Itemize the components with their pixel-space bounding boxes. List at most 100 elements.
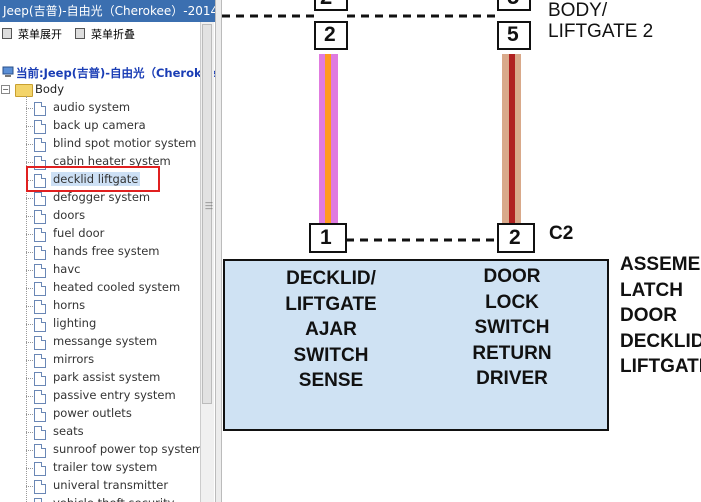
tree-item[interactable]: horns bbox=[26, 298, 206, 316]
tree-item[interactable]: trailer tow system bbox=[26, 460, 206, 478]
top-pin-left-number: 2 bbox=[324, 23, 336, 46]
top-label-line1: BODY/ bbox=[548, 0, 608, 21]
scrollbar-thumb[interactable]: — — — bbox=[202, 24, 213, 404]
box-left-line: SWITCH bbox=[293, 344, 369, 366]
tree-item-label[interactable]: hands free system bbox=[51, 244, 161, 258]
tree-item-label[interactable]: defogger system bbox=[51, 190, 152, 204]
document-icon bbox=[34, 498, 46, 502]
collapse-icon bbox=[75, 28, 85, 39]
tree-item[interactable]: messange system bbox=[26, 334, 206, 352]
tree-item-label[interactable]: park assist system bbox=[51, 370, 162, 384]
document-icon bbox=[34, 120, 46, 134]
tree-item-label[interactable]: audio system bbox=[51, 100, 132, 114]
tree-folder-label: Body bbox=[35, 82, 65, 96]
document-icon bbox=[34, 210, 46, 224]
tree-item-label[interactable]: univeral transmitter bbox=[51, 478, 170, 492]
side-label-line: LATCH bbox=[620, 279, 683, 301]
tree-item-label[interactable]: trailer tow system bbox=[51, 460, 159, 474]
tree-item[interactable]: sunroof power top system bbox=[26, 442, 206, 460]
tree-item[interactable]: seats bbox=[26, 424, 206, 442]
tree-item-label[interactable]: seats bbox=[51, 424, 86, 438]
document-icon bbox=[34, 354, 46, 368]
tree-item-label[interactable]: blind spot motior system bbox=[51, 136, 198, 150]
tree-item[interactable]: park assist system bbox=[26, 370, 206, 388]
tree-connector bbox=[26, 144, 33, 145]
tree-item[interactable]: blind spot motior system bbox=[26, 136, 206, 154]
tree-item[interactable]: back up camera bbox=[26, 118, 206, 136]
panel-splitter[interactable] bbox=[215, 0, 222, 502]
document-icon bbox=[34, 264, 46, 278]
tree-item-label[interactable]: power outlets bbox=[51, 406, 134, 420]
tree-item[interactable]: mirrors bbox=[26, 352, 206, 370]
tree-connector bbox=[26, 468, 33, 469]
bottom-pin-right-number: 2 bbox=[509, 226, 521, 249]
tree-item[interactable]: heated cooled system bbox=[26, 280, 206, 298]
document-icon bbox=[34, 372, 46, 386]
tree-item[interactable]: univeral transmitter bbox=[26, 478, 206, 496]
tree-connector bbox=[26, 126, 33, 127]
bottom-pin-left-number: 1 bbox=[320, 226, 332, 249]
tree-item[interactable]: fuel door bbox=[26, 226, 206, 244]
document-icon bbox=[34, 390, 46, 404]
tree-item-label[interactable]: heated cooled system bbox=[51, 280, 182, 294]
expand-menu-button[interactable]: 菜单展开 bbox=[2, 27, 62, 43]
document-icon bbox=[34, 480, 46, 494]
box-left-line: DECKLID/ bbox=[286, 268, 376, 289]
tree-toolbar: 菜单展开 菜单折叠 bbox=[0, 24, 200, 46]
tree-connector bbox=[26, 162, 33, 163]
tree-item-label[interactable]: lighting bbox=[51, 316, 98, 330]
tree-connector bbox=[26, 288, 33, 289]
tree-item[interactable]: power outlets bbox=[26, 406, 206, 424]
collapse-menu-button[interactable]: 菜单折叠 bbox=[75, 27, 135, 43]
tree-item-label[interactable]: havc bbox=[51, 262, 82, 276]
wiring-diagram: 2 5 2 5 BODY/ LIFTGATE 2 1 2 C2 DECKLID/… bbox=[222, 0, 701, 502]
box-left-line: SENSE bbox=[298, 370, 364, 391]
tree-connector bbox=[26, 396, 33, 397]
top-pin-left-partial-number: 2 bbox=[320, 0, 332, 10]
tree-item-label[interactable]: mirrors bbox=[51, 352, 96, 366]
box-right-line: DOOR bbox=[483, 266, 541, 287]
collapse-toggle-icon[interactable]: − bbox=[1, 85, 10, 94]
document-icon bbox=[34, 246, 46, 260]
tree-connector bbox=[26, 486, 33, 487]
tree-item[interactable]: defogger system bbox=[26, 190, 206, 208]
tree-item[interactable]: doors bbox=[26, 208, 206, 226]
wire-left-stripe bbox=[325, 54, 331, 224]
tree-item[interactable]: vehicle theft security bbox=[26, 496, 206, 502]
expand-menu-label: 菜单展开 bbox=[18, 28, 62, 41]
computer-icon bbox=[2, 66, 14, 77]
document-icon bbox=[34, 318, 46, 332]
tree-item-label[interactable]: horns bbox=[51, 298, 87, 312]
tree-item[interactable]: passive entry system bbox=[26, 388, 206, 406]
box-left-line: AJAR bbox=[305, 319, 357, 340]
folder-icon bbox=[15, 84, 33, 97]
tree-view: 当前:Jeep(吉普)-自由光（Cherokee） − Body audio s… bbox=[0, 62, 215, 502]
document-icon bbox=[34, 300, 46, 314]
tree-connector bbox=[26, 234, 33, 235]
box-right-line: RETURN bbox=[472, 342, 552, 364]
tree-item-label[interactable]: passive entry system bbox=[51, 388, 178, 402]
tree-item[interactable]: lighting bbox=[26, 316, 206, 334]
document-icon bbox=[34, 426, 46, 440]
document-icon bbox=[34, 192, 46, 206]
tree-connector bbox=[26, 270, 33, 271]
collapse-menu-label: 菜单折叠 bbox=[91, 28, 135, 41]
top-pin-right-partial-number: 5 bbox=[507, 0, 519, 10]
document-icon bbox=[34, 408, 46, 422]
box-right-text: DOOR LOCK SWITCH RETURN DRIVER bbox=[452, 264, 572, 392]
selection-highlight-box bbox=[26, 166, 160, 192]
tree-item-label[interactable]: back up camera bbox=[51, 118, 148, 132]
tree-item-label[interactable]: sunroof power top system bbox=[51, 442, 205, 456]
tree-connector bbox=[26, 216, 33, 217]
tree-item-label[interactable]: messange system bbox=[51, 334, 159, 348]
tree-item-label[interactable]: vehicle theft security bbox=[51, 496, 176, 502]
side-label-line: LIFTGATE bbox=[620, 356, 701, 377]
tree-item[interactable]: hands free system bbox=[26, 244, 206, 262]
tree-item[interactable]: havc bbox=[26, 262, 206, 280]
tree-item-label[interactable]: fuel door bbox=[51, 226, 106, 240]
tree-item-label[interactable]: doors bbox=[51, 208, 87, 222]
connector-label: C2 bbox=[549, 223, 574, 244]
tree-scrollbar[interactable]: — — — bbox=[200, 22, 214, 502]
document-icon bbox=[34, 102, 46, 116]
tree-item[interactable]: audio system bbox=[26, 100, 206, 118]
